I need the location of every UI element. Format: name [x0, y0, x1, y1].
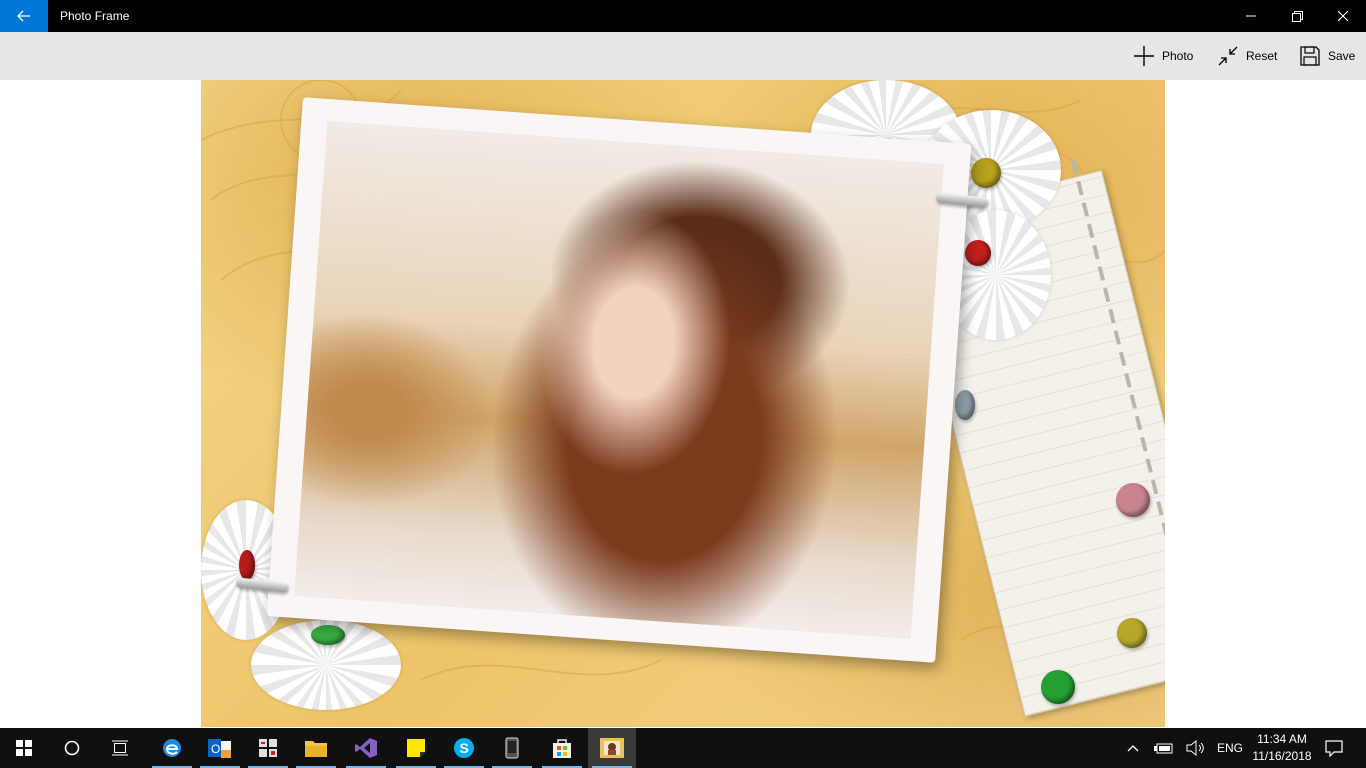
reset-label: Reset [1246, 49, 1278, 63]
add-photo-label: Photo [1162, 49, 1194, 63]
framed-photo[interactable] [294, 121, 944, 639]
svg-text:S: S [460, 740, 469, 756]
edge-icon [163, 739, 181, 757]
taskbar-app-file-explorer[interactable] [292, 728, 340, 768]
skype-icon: S [454, 738, 474, 758]
calculator-icon [259, 739, 277, 757]
cortana-button[interactable] [48, 728, 96, 768]
taskbar-app-skype[interactable]: S [440, 728, 488, 768]
volume-button[interactable] [1184, 728, 1208, 768]
taskbar: O S ENG 11:34 AM 11/16/2018 [0, 728, 1366, 768]
battery-plugged-icon [1154, 743, 1173, 754]
photo-canvas[interactable] [201, 80, 1165, 727]
taskbar-app-outlook[interactable]: O [196, 728, 244, 768]
taskbar-app-sticky-notes[interactable] [392, 728, 440, 768]
command-bar: Photo Reset Save [0, 32, 1366, 80]
minimize-icon [1246, 15, 1256, 17]
show-hidden-icons-button[interactable] [1122, 728, 1144, 768]
reset-button[interactable]: Reset [1216, 32, 1277, 80]
gem-red [239, 550, 255, 580]
task-view-icon [112, 740, 128, 756]
gem-yellow [1117, 618, 1147, 648]
clock-date: 11/16/2018 [1252, 749, 1312, 763]
sticky-notes-icon [407, 739, 425, 757]
close-button[interactable] [1320, 0, 1366, 32]
outlook-icon: O [208, 739, 231, 758]
start-icon [16, 740, 32, 756]
clock-time: 11:34 AM [1257, 732, 1307, 746]
gem-yellow [971, 158, 1001, 188]
save-label: Save [1328, 49, 1356, 63]
plus-icon [1132, 44, 1156, 68]
taskbar-app-photo-frame[interactable] [588, 728, 636, 768]
file-explorer-icon [305, 741, 327, 757]
back-arrow-icon [17, 10, 30, 22]
action-center-button[interactable] [1318, 728, 1350, 768]
save-button[interactable]: Save [1298, 32, 1355, 80]
photo-frame-icon [600, 738, 624, 758]
gem-gray [955, 390, 975, 420]
start-button[interactable] [0, 728, 48, 768]
back-button[interactable] [0, 0, 48, 32]
taskbar-app-edge[interactable] [148, 728, 196, 768]
restore-icon [1291, 10, 1303, 22]
add-photo-button[interactable]: Photo [1132, 32, 1193, 80]
shrink-icon [1216, 44, 1240, 68]
gem-pink [1116, 483, 1150, 517]
clock[interactable]: 11:34 AM 11/16/2018 [1246, 731, 1318, 765]
visual-studio-icon [355, 738, 377, 758]
phone-icon [505, 737, 519, 759]
photo-frame [266, 97, 972, 663]
chevron-up-icon [1127, 745, 1139, 752]
taskbar-app-store[interactable] [538, 728, 586, 768]
gem-red [965, 240, 991, 266]
taskbar-app-visual-studio[interactable] [342, 728, 390, 768]
gem-green [1041, 670, 1075, 704]
minimize-button[interactable] [1228, 0, 1274, 32]
title-bar: Photo Frame [0, 0, 1366, 32]
battery-button[interactable] [1152, 728, 1176, 768]
app-title: Photo Frame [60, 9, 130, 23]
svg-text:O: O [211, 742, 220, 756]
cortana-icon [64, 740, 80, 756]
gem-green [311, 625, 345, 645]
input-language-button[interactable]: ENG [1212, 728, 1248, 768]
speaker-icon [1186, 740, 1204, 756]
task-view-button[interactable] [96, 728, 144, 768]
taskbar-app-phone[interactable] [488, 728, 536, 768]
action-center-icon [1325, 740, 1343, 757]
restore-button[interactable] [1274, 0, 1320, 32]
store-icon [553, 739, 571, 758]
close-icon [1338, 11, 1348, 21]
taskbar-app-calculator[interactable] [244, 728, 292, 768]
save-icon [1298, 44, 1322, 68]
